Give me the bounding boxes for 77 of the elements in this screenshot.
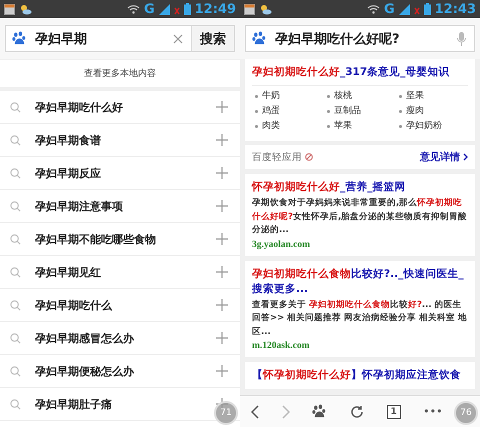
more-button[interactable]: ••• [423, 405, 443, 418]
result-url: 3g.yaolan.com [252, 240, 312, 250]
plus-icon[interactable] [216, 299, 228, 311]
refresh-button[interactable] [350, 404, 364, 418]
food-item[interactable]: 坚果 [406, 89, 424, 104]
tabs-button[interactable]: 1 [386, 404, 401, 418]
plus-icon[interactable] [216, 134, 228, 146]
search-icon [10, 366, 21, 376]
food-item[interactable]: 瘦肉 [406, 104, 424, 119]
food-item[interactable]: 牛奶 [262, 89, 280, 104]
network-type: G [144, 2, 155, 16]
weather-icon [259, 4, 272, 14]
bullet-icon [327, 95, 330, 98]
plus-icon[interactable] [216, 365, 228, 377]
result-snippet: 孕期饮食对于孕妈妈来说非常重要的,那么怀孕初期吃什么好呢?女性怀孕后,胎盘分泌的某些物质有抑制胃酸分泌的... [252, 197, 468, 237]
search-icon [10, 300, 21, 310]
forward-button[interactable] [282, 404, 290, 418]
result-title[interactable]: 怀孕初期吃什么好_营养_摇篮网 [252, 180, 468, 195]
source-label: 百度轻应用 [252, 150, 302, 164]
plus-icon[interactable] [216, 167, 228, 179]
food-item[interactable]: 豆制品 [334, 104, 361, 119]
bullet-icon [327, 110, 330, 113]
signal-icon [398, 4, 410, 14]
network-type: G [384, 2, 395, 16]
search-field[interactable]: 孕妇早期吃什么好呢? [245, 25, 475, 52]
paw-icon [252, 31, 267, 46]
search-icon [10, 168, 21, 178]
food-item[interactable]: 孕妇奶粉 [406, 119, 442, 134]
plus-icon[interactable] [216, 233, 228, 245]
bullet-icon [399, 125, 402, 128]
plus-icon[interactable] [216, 200, 228, 212]
chevron-right-icon [463, 153, 468, 161]
search-icon [10, 200, 21, 212]
bullet-icon [399, 95, 402, 98]
search-icon [10, 102, 21, 112]
bullet-icon [327, 125, 330, 128]
search-field[interactable]: 孕妇早期 搜索 [5, 25, 235, 52]
food-item[interactable]: 苹果 [334, 119, 352, 134]
result-title[interactable]: 孕妇初期吃什么食物比较好?.._快速问医生_搜索更多... [252, 266, 468, 296]
plus-icon[interactable] [216, 332, 228, 344]
microphone-icon[interactable] [457, 32, 466, 46]
food-item[interactable]: 鸡蛋 [262, 104, 280, 119]
battery-icon [184, 3, 191, 15]
food-item[interactable]: 核桃 [334, 89, 352, 104]
paw-icon [312, 404, 328, 419]
weather-icon [19, 4, 32, 14]
result-title[interactable]: 孕妇初期吃什么好_317条意见_母婴知识 [252, 65, 468, 80]
search-button[interactable]: 搜索 [191, 26, 234, 51]
home-button[interactable] [312, 404, 328, 419]
plus-icon[interactable] [216, 101, 228, 113]
plus-icon[interactable] [216, 266, 228, 278]
search-icon [10, 266, 21, 278]
wifi-icon [126, 4, 140, 14]
bullet-icon [255, 110, 258, 113]
clock: 12:43 [434, 2, 476, 16]
signal-icon [158, 4, 170, 14]
calendar-icon [4, 4, 15, 14]
back-button[interactable] [251, 404, 260, 418]
food-item[interactable]: 肉类 [262, 119, 280, 134]
feedback-link[interactable]: 意见详情 [420, 150, 460, 164]
more-local-link[interactable]: 查看更多本地内容 [0, 60, 240, 87]
wifi-icon [366, 4, 380, 14]
calendar-icon [244, 4, 255, 14]
bullet-icon [399, 110, 402, 113]
result-url: m.120ask.com [252, 341, 311, 351]
search-icon [10, 398, 21, 410]
bullet-icon [255, 95, 258, 98]
search-icon [10, 134, 21, 146]
result-snippet: 查看更多关于 孕妇初期吃什么食物比较好?... 的医生回答>> 相关问题推荐 网友治病经验分享 相关科室 地区... [252, 298, 468, 338]
clock: 12:49 [194, 2, 236, 16]
search-icon [10, 332, 21, 344]
result-title[interactable]: 【怀孕初期吃什么好】怀孕初期应注意饮食 [252, 368, 468, 383]
search-icon [10, 234, 21, 244]
clear-icon[interactable] [173, 34, 183, 44]
battery-icon [424, 3, 431, 15]
bullet-icon [255, 125, 258, 128]
paw-icon [12, 31, 27, 46]
